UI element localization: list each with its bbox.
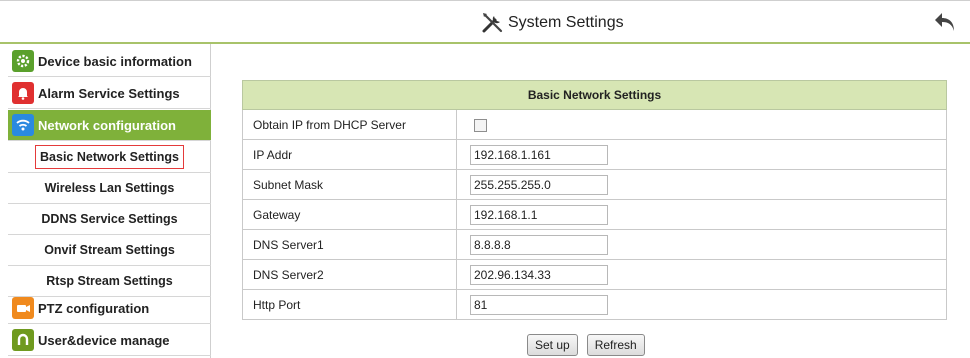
sidebar-subitem-basic-network[interactable]: Basic Network Settings — [8, 142, 211, 173]
gateway-cell — [456, 199, 947, 230]
refresh-button[interactable]: Refresh — [586, 334, 645, 356]
sidebar-item-label: User&device manage — [38, 332, 170, 348]
page-title-group: System Settings — [480, 9, 624, 37]
sidebar-item-alarm[interactable]: Alarm Service Settings — [8, 78, 211, 109]
camera-icon — [12, 297, 34, 319]
top-bar: System Settings — [0, 0, 970, 44]
basic-network-panel: Basic Network Settings Obtain IP from DH… — [242, 80, 947, 320]
dns-server2-label: DNS Server2 — [242, 259, 457, 290]
dns-server1-label: DNS Server1 — [242, 229, 457, 260]
sidebar-item-network[interactable]: Network configuration — [8, 110, 211, 141]
sidebar-item-label: Network configuration — [38, 117, 176, 133]
back-arrow-icon — [933, 11, 957, 38]
subnet-mask-label: Subnet Mask — [242, 169, 457, 200]
settings-table: Basic Network Settings Obtain IP from DH… — [242, 80, 947, 320]
table-row: DNS Server1 — [242, 229, 947, 260]
sidebar: Device basic information Alarm Service S… — [8, 44, 211, 358]
table-row: Http Port — [242, 289, 947, 320]
table-row: Gateway — [242, 199, 947, 230]
subnet-mask-cell — [456, 169, 947, 200]
sidebar-item-label: Device basic information — [38, 53, 192, 69]
dhcp-label: Obtain IP from DHCP Server — [242, 109, 457, 140]
table-row: DNS Server2 — [242, 259, 947, 290]
wifi-icon — [12, 114, 34, 136]
ip-addr-cell — [456, 139, 947, 170]
bell-icon — [12, 82, 34, 104]
ip-addr-label: IP Addr — [242, 139, 457, 170]
dns-server2-cell — [456, 259, 947, 290]
table-row: Obtain IP from DHCP Server — [242, 109, 947, 140]
http-port-input[interactable] — [470, 294, 608, 315]
http-port-cell — [456, 289, 947, 320]
back-button[interactable] — [928, 9, 962, 39]
dhcp-cell — [456, 109, 947, 140]
dns-server1-cell — [456, 229, 947, 260]
ip-addr-input[interactable] — [470, 144, 608, 165]
http-port-label: Http Port — [242, 289, 457, 320]
sidebar-subitem-label: Onvif Stream Settings — [44, 243, 175, 257]
sidebar-subitem-label: Rtsp Stream Settings — [46, 274, 173, 288]
gateway-label: Gateway — [242, 199, 457, 230]
table-row: Subnet Mask — [242, 169, 947, 200]
gear-icon — [12, 50, 34, 72]
table-header-row: Basic Network Settings — [242, 80, 947, 110]
sidebar-subitem-label: Wireless Lan Settings — [44, 181, 175, 195]
sidebar-subitem-label: DDNS Service Settings — [41, 212, 178, 226]
form-actions: Set up Refresh — [527, 334, 645, 356]
setup-button[interactable]: Set up — [527, 334, 578, 356]
tools-icon — [480, 10, 506, 36]
sidebar-subitem-wireless-lan[interactable]: Wireless Lan Settings — [8, 173, 211, 204]
sidebar-item-label: Alarm Service Settings — [38, 85, 180, 101]
user-icon — [12, 329, 34, 351]
form-title: Basic Network Settings — [242, 80, 947, 110]
dns-server2-input[interactable] — [470, 264, 608, 285]
page-title: System Settings — [508, 14, 624, 31]
sidebar-subitem-label: Basic Network Settings — [35, 145, 184, 169]
sidebar-item-device-info[interactable]: Device basic information — [8, 46, 211, 77]
dns-server1-input[interactable] — [470, 234, 608, 255]
sidebar-item-label: PTZ configuration — [38, 300, 150, 316]
dhcp-checkbox[interactable] — [474, 118, 487, 132]
sidebar-item-ptz[interactable]: PTZ configuration — [8, 293, 211, 324]
subnet-mask-input[interactable] — [470, 174, 608, 195]
sidebar-subitem-ddns[interactable]: DDNS Service Settings — [8, 204, 211, 235]
gateway-input[interactable] — [470, 204, 608, 225]
sidebar-item-user-device[interactable]: User&device manage — [8, 325, 211, 356]
sidebar-subitem-onvif[interactable]: Onvif Stream Settings — [8, 235, 211, 266]
table-row: IP Addr — [242, 139, 947, 170]
